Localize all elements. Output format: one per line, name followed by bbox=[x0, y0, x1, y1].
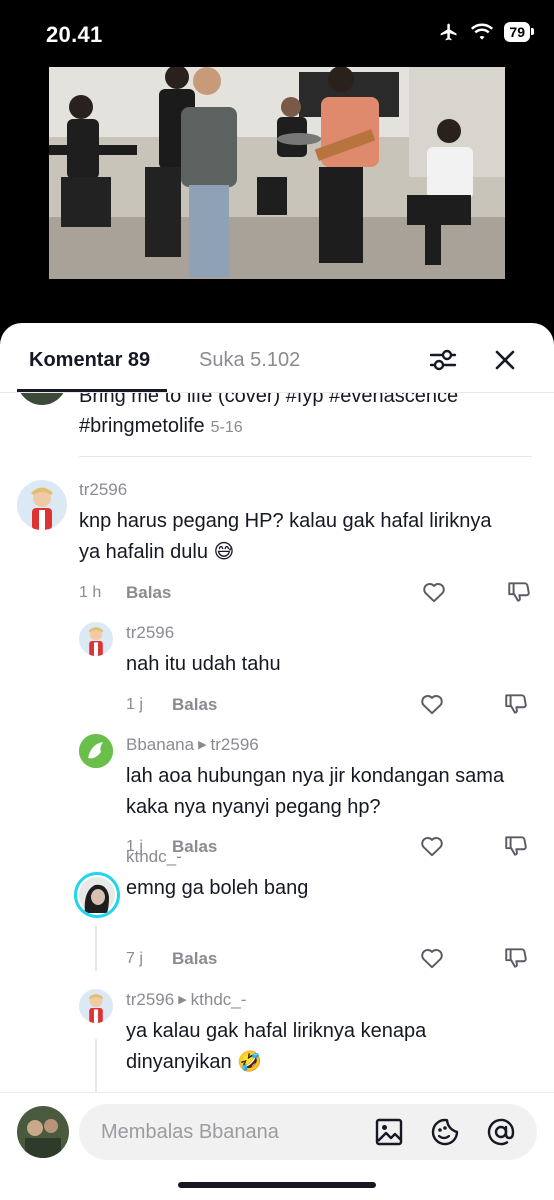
comment-list[interactable]: Bring me to life (cover) #fyp #evenascen… bbox=[0, 393, 554, 1093]
heart-icon bbox=[421, 949, 443, 969]
comment-input-placeholder: Membalas Bbanana bbox=[101, 1121, 279, 1143]
reply-text: ya kalau gak hafal liriknya kenapa dinya… bbox=[126, 1020, 427, 1073]
battery-indicator: 79 bbox=[504, 22, 534, 42]
video-frame-image bbox=[49, 67, 505, 279]
status-icons: 79 bbox=[438, 22, 534, 42]
user-avatar-image bbox=[79, 622, 113, 656]
user-avatar-image bbox=[17, 1106, 69, 1158]
wifi-icon bbox=[471, 23, 494, 40]
reply-to-username[interactable]: tr2596 bbox=[211, 735, 259, 754]
user-avatar-image bbox=[79, 734, 113, 768]
reply-username[interactable]: tr2596 bbox=[126, 623, 174, 643]
comments-sheet: Komentar 89 Suka 5.102 Bring me to life … bbox=[0, 323, 554, 1200]
caption-date: 5-16 bbox=[210, 419, 243, 436]
avatar[interactable] bbox=[79, 989, 113, 1023]
reply-username[interactable]: kthdc_- bbox=[126, 847, 182, 867]
video-player[interactable] bbox=[49, 67, 505, 279]
comment-input[interactable]: Membalas Bbanana bbox=[79, 1104, 537, 1160]
reply-username[interactable]: tr2596 ▶ kthdc_- bbox=[126, 990, 246, 1010]
image-button[interactable] bbox=[374, 1117, 404, 1147]
user-avatar-image bbox=[17, 480, 67, 530]
thumbs-down-icon bbox=[505, 948, 527, 968]
comment-text: knp harus pegang HP? kalau gak hafal lir… bbox=[79, 510, 492, 563]
avatar[interactable] bbox=[79, 734, 113, 768]
dislike-button[interactable] bbox=[506, 579, 532, 605]
reply-button[interactable]: Balas bbox=[172, 695, 217, 715]
reply-arrow-icon: ▶ bbox=[178, 994, 187, 1006]
like-button[interactable] bbox=[421, 579, 447, 605]
caption-text: Bring me to life (cover) #fyp #evenascen… bbox=[79, 393, 459, 437]
avatar[interactable] bbox=[79, 622, 113, 656]
comment-username[interactable]: tr2596 bbox=[79, 480, 127, 500]
active-tab-indicator bbox=[17, 389, 167, 392]
filter-button[interactable] bbox=[428, 345, 458, 375]
sliders-icon bbox=[429, 349, 457, 371]
close-button[interactable] bbox=[490, 345, 520, 375]
avatar-story-ring[interactable] bbox=[74, 872, 120, 918]
thumbs-down-icon bbox=[508, 582, 530, 602]
reply-time: 7 j bbox=[126, 950, 143, 967]
airplane-icon bbox=[441, 23, 457, 41]
thread-line bbox=[95, 926, 97, 971]
caption-divider bbox=[79, 456, 532, 457]
image-icon bbox=[375, 1118, 403, 1146]
reply-button[interactable]: Balas bbox=[172, 949, 217, 969]
comment-input-bar: Membalas Bbanana bbox=[0, 1092, 554, 1200]
thumbs-down-icon bbox=[505, 694, 527, 714]
at-icon bbox=[487, 1118, 515, 1146]
home-indicator bbox=[178, 1182, 376, 1188]
emoji-button[interactable] bbox=[430, 1117, 460, 1147]
reply-time: 1 j bbox=[126, 696, 143, 713]
avatar[interactable] bbox=[17, 480, 67, 530]
user-avatar-image bbox=[79, 877, 115, 913]
dislike-button[interactable] bbox=[503, 945, 529, 971]
heart-icon bbox=[423, 583, 445, 603]
status-time: 20.41 bbox=[46, 22, 103, 47]
heart-icon bbox=[421, 695, 443, 715]
status-bar: 20.41 79 bbox=[0, 0, 554, 66]
reply-text: emng ga boleh bang bbox=[126, 877, 309, 899]
reply-username[interactable]: Bbanana ▶ tr2596 bbox=[126, 735, 259, 755]
like-button[interactable] bbox=[419, 833, 445, 859]
my-avatar[interactable] bbox=[17, 1106, 69, 1158]
like-button[interactable] bbox=[419, 691, 445, 717]
reply-text: lah aoa hubungan nya jir kondangan sama … bbox=[126, 765, 505, 818]
comment-time: 1 h bbox=[79, 584, 102, 601]
tab-likes[interactable]: Suka 5.102 bbox=[199, 349, 300, 372]
user-avatar-image bbox=[79, 989, 113, 1023]
like-button[interactable] bbox=[419, 945, 445, 971]
reply-to-username[interactable]: kthdc_- bbox=[191, 990, 247, 1009]
thread-line bbox=[95, 1039, 97, 1093]
author-avatar[interactable] bbox=[17, 393, 67, 405]
dislike-button[interactable] bbox=[503, 833, 529, 859]
heart-icon bbox=[421, 837, 443, 857]
reply-text: nah itu udah tahu bbox=[126, 653, 281, 675]
reply-arrow-icon: ▶ bbox=[198, 739, 207, 751]
tab-comments[interactable]: Komentar 89 bbox=[29, 349, 150, 372]
video-caption: Bring me to life (cover) #fyp #evenascen… bbox=[79, 393, 539, 443]
reply-button[interactable]: Balas bbox=[126, 583, 171, 603]
tab-bar: Komentar 89 Suka 5.102 bbox=[0, 323, 554, 393]
dislike-button[interactable] bbox=[503, 691, 529, 717]
mention-button[interactable] bbox=[486, 1117, 516, 1147]
reply-username-text: tr2596 bbox=[126, 990, 175, 1009]
close-icon bbox=[495, 350, 515, 370]
emoji-icon bbox=[431, 1118, 459, 1146]
thumbs-down-icon bbox=[505, 836, 527, 856]
reply-username-text: Bbanana bbox=[126, 735, 195, 754]
